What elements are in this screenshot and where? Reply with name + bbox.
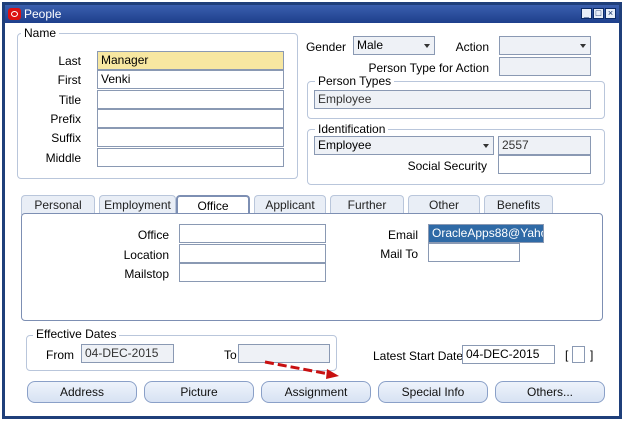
latest-start-date-label: Latest Start Date — [373, 349, 464, 363]
last-name-field[interactable]: Manager — [97, 51, 284, 70]
gender-label: Gender — [305, 40, 346, 54]
people-window: People _ □ × Name Last Manager First Ven… — [2, 2, 622, 419]
picture-button[interactable]: Picture — [144, 381, 254, 403]
identification-type-value: Employee — [318, 138, 372, 152]
email-field[interactable]: OracleApps88@Yahoo.c — [428, 224, 544, 243]
name-group-legend: Name — [21, 26, 60, 40]
prefix-label: Prefix — [50, 112, 81, 126]
action-label: Action — [455, 40, 489, 54]
suffix-label: Suffix — [51, 131, 81, 145]
prefix-field[interactable] — [97, 109, 284, 128]
close-icon[interactable]: × — [605, 8, 616, 19]
person-type-for-action-label: Person Type for Action — [368, 61, 489, 75]
identification-legend: Identification — [315, 122, 389, 136]
from-label: From — [46, 348, 74, 362]
mailstop-label: Mailstop — [124, 267, 169, 281]
last-name-label: Last — [58, 54, 81, 68]
location-field[interactable] — [179, 244, 326, 263]
pointer-arrow-icon — [264, 360, 339, 379]
gender-value: Male — [357, 38, 384, 52]
person-types-legend: Person Types — [315, 74, 395, 88]
identification-type-select[interactable]: Employee — [314, 136, 494, 155]
window-title: People — [24, 7, 62, 21]
first-name-field[interactable]: Venki — [97, 70, 284, 89]
form-content: Name Last Manager First Venki Title Pref… — [5, 23, 619, 416]
person-types-field[interactable]: Employee — [314, 90, 591, 109]
middle-name-label: Middle — [45, 151, 81, 165]
arrow-head — [326, 369, 339, 379]
special-info-button[interactable]: Special Info — [378, 381, 488, 403]
title-bar[interactable]: People _ □ × — [5, 5, 619, 23]
bracket-right: ] — [590, 348, 594, 362]
window-controls: _ □ × — [581, 8, 616, 19]
tab-personal[interactable]: Personal — [21, 195, 95, 215]
person-type-for-action-field[interactable] — [499, 57, 591, 76]
to-label: To — [224, 348, 237, 362]
address-button[interactable]: Address — [27, 381, 137, 403]
bracket-left: [ — [565, 348, 569, 362]
mailstop-field[interactable] — [179, 263, 326, 282]
first-name-label: First — [57, 73, 81, 87]
tab-applicant[interactable]: Applicant — [254, 195, 326, 215]
social-security-label: Social Security — [407, 159, 487, 173]
title-field[interactable] — [97, 90, 284, 109]
location-label: Location — [123, 248, 169, 262]
suffix-field[interactable] — [97, 128, 284, 147]
mail-to-label: Mail To — [380, 247, 418, 261]
chevron-down-icon — [424, 44, 430, 48]
tab-employment[interactable]: Employment — [99, 195, 176, 215]
office-details-panel: Office Location Mailstop Email OracleApp… — [21, 213, 603, 321]
chevron-down-icon — [483, 144, 489, 148]
bracket-checkbox[interactable] — [572, 346, 585, 363]
email-label: Email — [387, 228, 418, 242]
arrow-line — [264, 360, 330, 376]
latest-start-date-field[interactable]: 04-DEC-2015 — [462, 345, 555, 364]
tab-benefits[interactable]: Benefits — [484, 195, 553, 215]
middle-name-field[interactable] — [97, 148, 284, 167]
chevron-down-icon — [580, 44, 586, 48]
tab-further-name[interactable]: Further Name — [330, 195, 404, 231]
maximize-icon[interactable]: □ — [593, 8, 604, 19]
gender-select[interactable]: Male — [353, 36, 435, 55]
minimize-icon[interactable]: _ — [581, 8, 592, 19]
office-label: Office — [137, 228, 169, 242]
title-label: Title — [58, 93, 81, 107]
office-field[interactable] — [179, 224, 326, 243]
assignment-button[interactable]: Assignment — [261, 381, 371, 403]
social-security-field[interactable] — [498, 155, 591, 174]
mail-to-field[interactable] — [428, 243, 520, 262]
oracle-logo-icon — [8, 8, 21, 20]
employee-number-field[interactable]: 2557 — [498, 136, 591, 155]
from-date-field[interactable]: 04-DEC-2015 — [81, 344, 174, 363]
action-select[interactable] — [499, 36, 591, 55]
tab-other[interactable]: Other — [408, 195, 480, 215]
effective-dates-legend: Effective Dates — [33, 327, 120, 341]
others-button[interactable]: Others... — [495, 381, 605, 403]
